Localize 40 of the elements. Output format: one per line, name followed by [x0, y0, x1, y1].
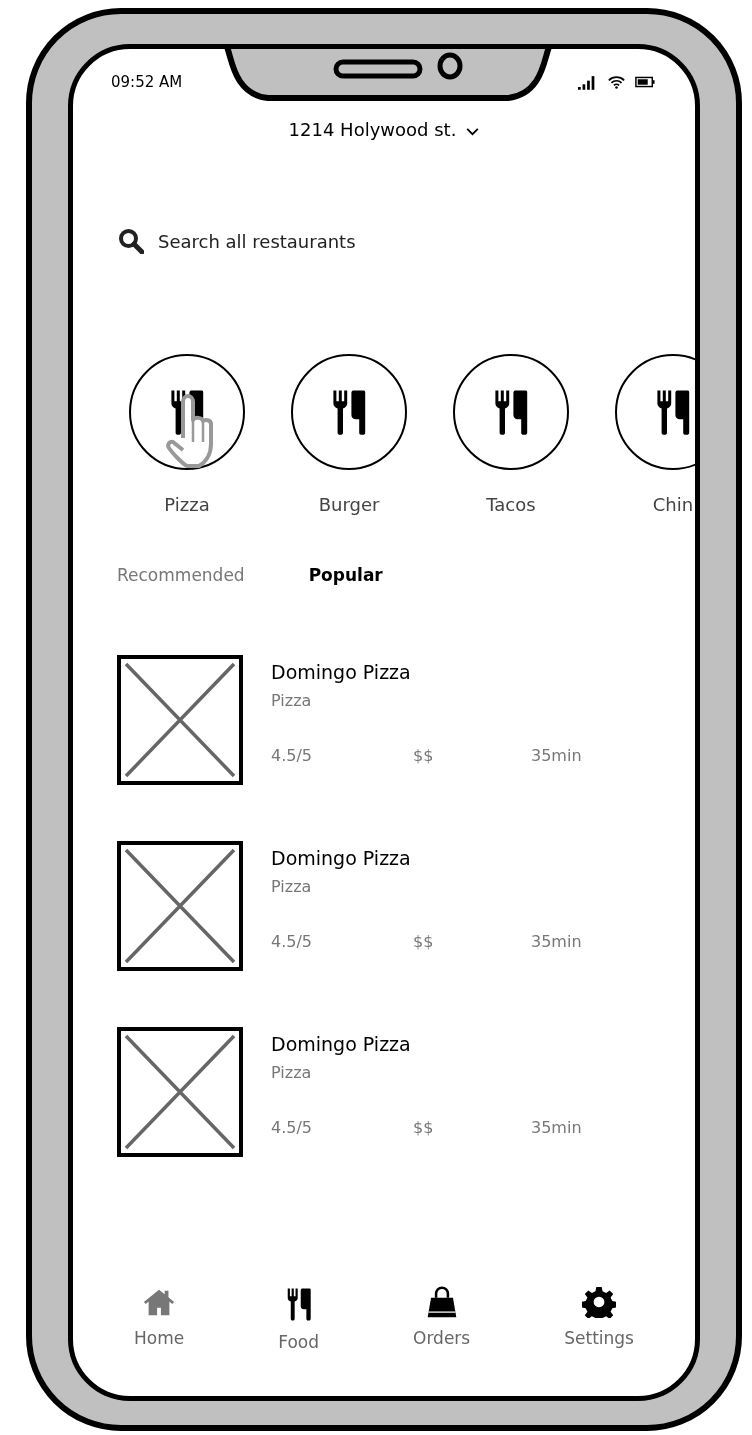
- delivery-time: 35min: [531, 1118, 582, 1137]
- restaurant-rating: 4.5/5: [271, 746, 313, 765]
- restaurant-cuisine: Pizza: [271, 877, 313, 896]
- restaurant-cuisine: Pizza: [271, 1063, 313, 1082]
- nav-item[interactable]: Home: [134, 1286, 185, 1352]
- restaurant-price: $$: [413, 746, 435, 765]
- category-item[interactable]: Tacos: [453, 354, 569, 515]
- cutlery-icon: [493, 387, 529, 437]
- restaurant-rating: 4.5/5: [271, 932, 313, 951]
- category-label: Tacos: [486, 494, 536, 515]
- restaurant-price: $$: [413, 1118, 435, 1137]
- cutlery-icon: [285, 1286, 312, 1322]
- tab[interactable]: Recommended: [117, 565, 245, 585]
- nav-item[interactable]: Orders: [413, 1286, 471, 1352]
- restaurant-name: Domingo Pizza: [271, 1033, 412, 1055]
- cutlery-icon: [655, 387, 691, 437]
- restaurant-rating: 4.5/5: [271, 1118, 313, 1137]
- restaurant-price: $$: [413, 932, 435, 951]
- search-icon: [118, 228, 144, 254]
- category-label: Burger: [318, 494, 380, 515]
- delivery-time: 35min: [531, 932, 582, 951]
- chevron-down-icon: [466, 127, 480, 136]
- cutlery-icon: [331, 387, 367, 437]
- restaurant-cuisine: Pizza: [271, 691, 313, 710]
- category-item[interactable]: Chin: [615, 354, 695, 515]
- tab[interactable]: Popular: [308, 565, 383, 585]
- nav-item[interactable]: Settings: [564, 1286, 634, 1352]
- category-label: Pizza: [164, 494, 210, 515]
- restaurant-name: Domingo Pizza: [271, 661, 412, 683]
- hand-cursor-icon: [165, 394, 215, 468]
- settings-icon: [582, 1286, 617, 1318]
- category-label: Chin: [652, 494, 694, 515]
- nav-item[interactable]: Food: [278, 1286, 319, 1352]
- wifi-icon: [608, 75, 625, 89]
- battery-icon: [635, 76, 655, 88]
- restaurant-name: Domingo Pizza: [271, 847, 412, 869]
- status-time: 09:52 AM: [111, 73, 183, 91]
- category-item[interactable]: Burger: [291, 354, 407, 515]
- delivery-time: 35min: [531, 746, 582, 765]
- address-selector[interactable]: 1214 Holywood st.: [288, 119, 480, 140]
